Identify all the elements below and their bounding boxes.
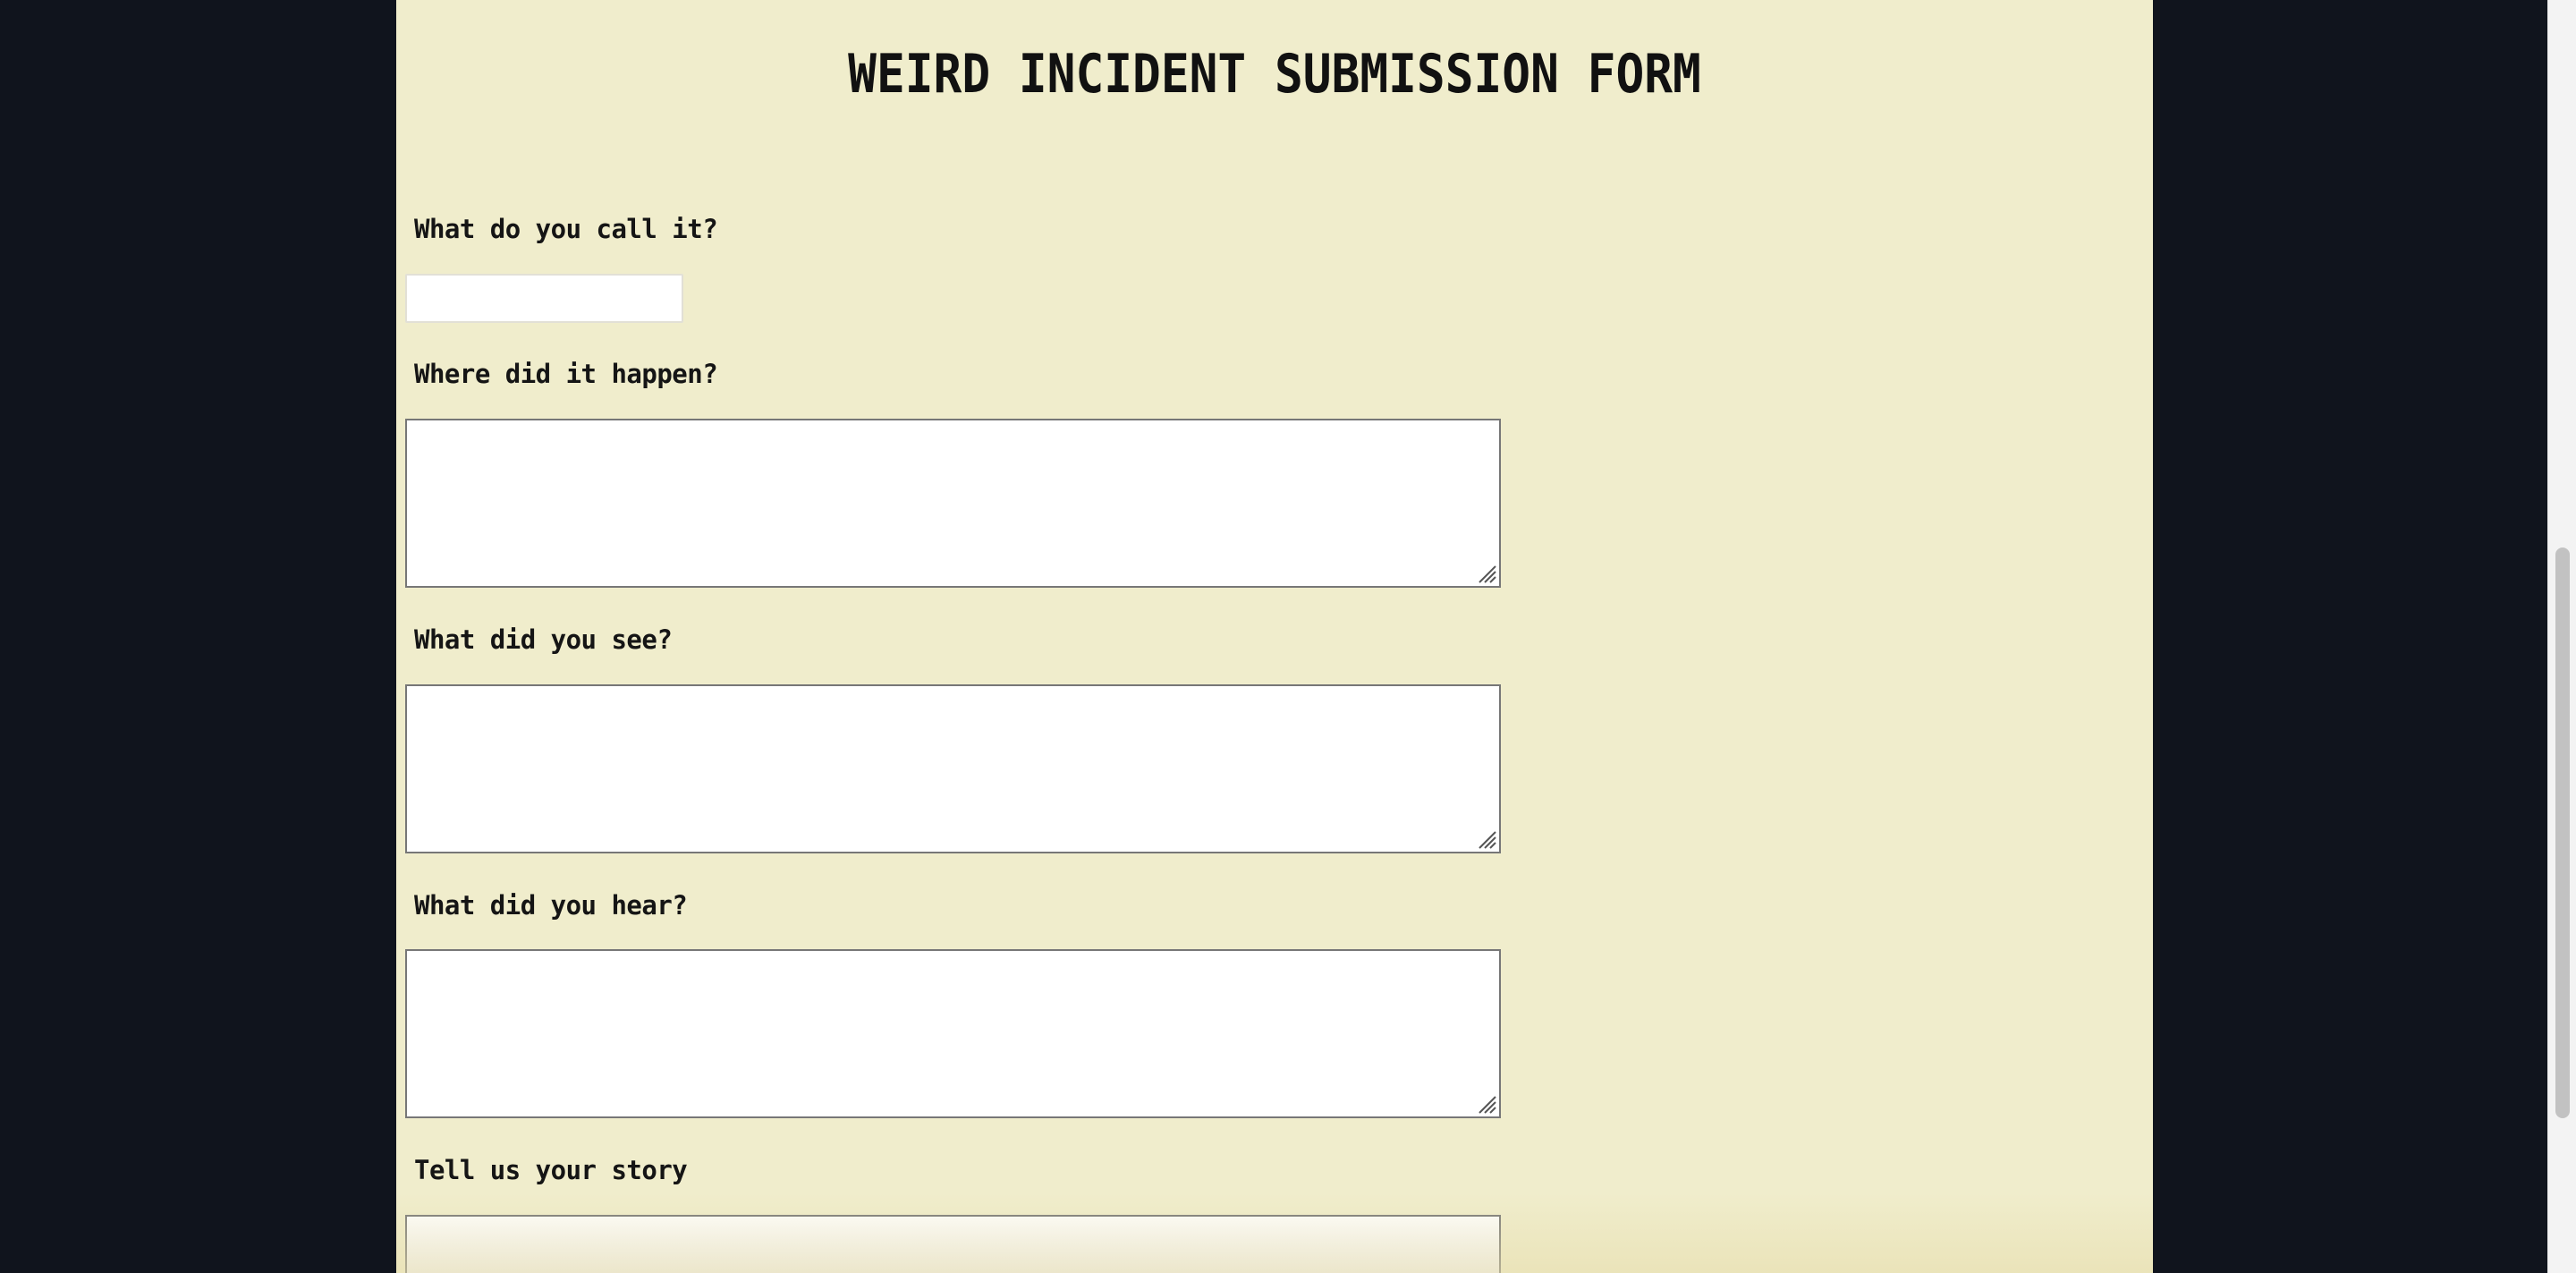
sound-field-label: What did you hear?	[414, 890, 688, 921]
resize-grip-icon[interactable]	[1474, 1091, 1497, 1115]
resize-grip-icon[interactable]	[1474, 827, 1497, 850]
name-input[interactable]	[405, 274, 683, 323]
location-textarea[interactable]	[405, 419, 1501, 588]
form-page: WEIRD INCIDENT SUBMISSION FORM What do y…	[396, 0, 2153, 1273]
sight-textarea[interactable]	[405, 684, 1501, 853]
sight-field-label: What did you see?	[414, 624, 673, 655]
vertical-scrollbar[interactable]	[2547, 0, 2576, 1273]
name-field-label: What do you call it?	[414, 214, 718, 244]
story-textarea[interactable]	[405, 1215, 1501, 1273]
location-field-label: Where did it happen?	[414, 359, 718, 389]
scrollbar-thumb[interactable]	[2555, 547, 2570, 1118]
page-title: WEIRD INCIDENT SUBMISSION FORM	[848, 43, 1701, 106]
story-field-label: Tell us your story	[414, 1155, 688, 1185]
resize-grip-icon[interactable]	[1474, 561, 1497, 584]
sound-textarea[interactable]	[405, 949, 1501, 1118]
